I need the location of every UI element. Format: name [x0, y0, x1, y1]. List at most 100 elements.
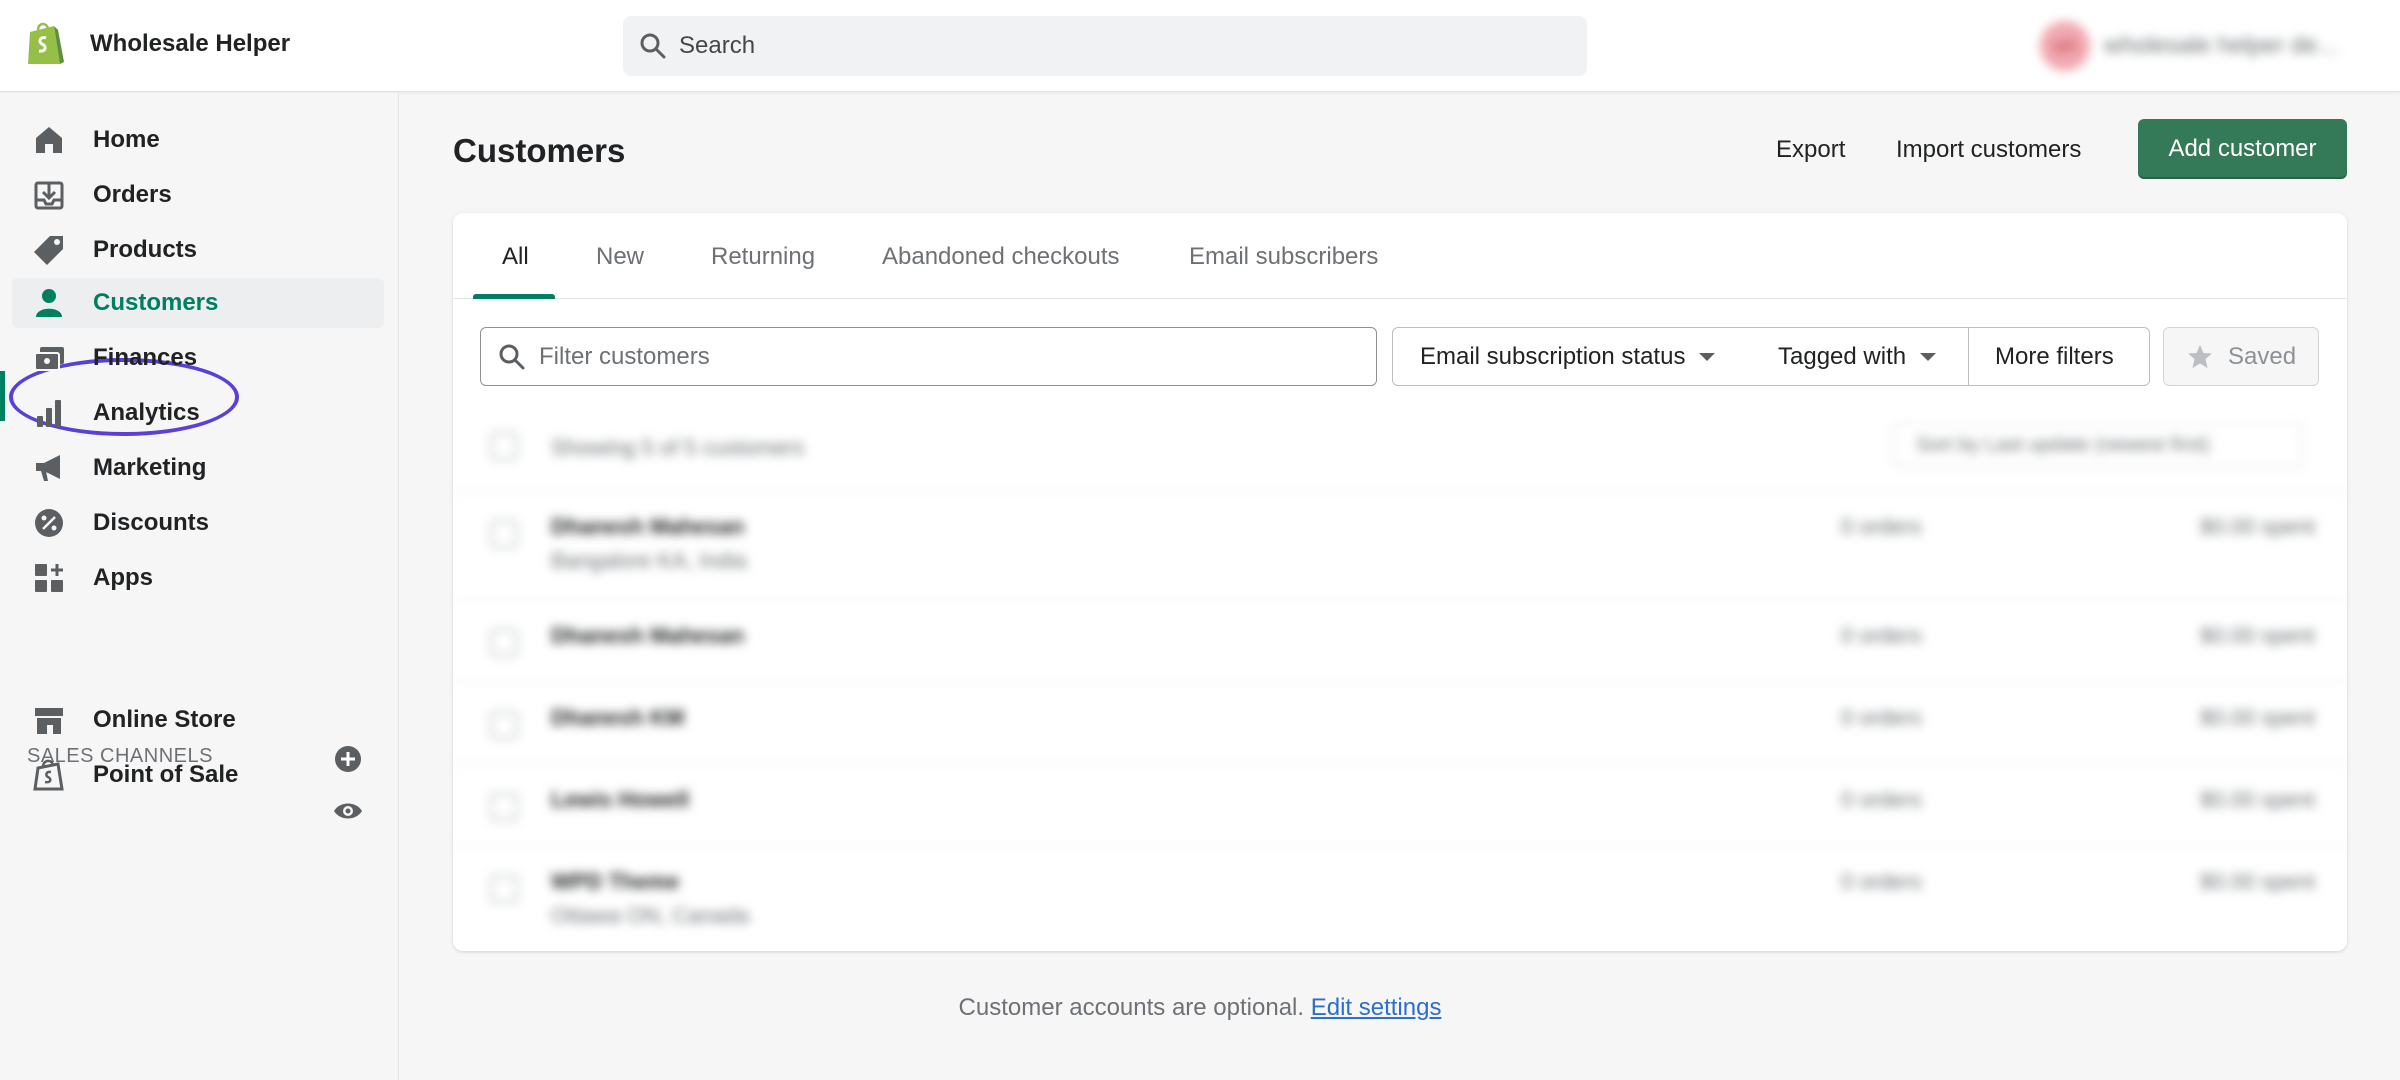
active-indicator	[0, 371, 5, 421]
sidebar-item-label: Online Store	[93, 706, 236, 733]
customer-name: WPD Theme	[551, 869, 680, 894]
bar-chart-icon	[37, 400, 61, 427]
sidebar-item-label: Finances	[93, 344, 198, 371]
divider	[453, 681, 2347, 682]
row-checkbox[interactable]	[490, 629, 518, 657]
top-bar: Wholesale Helper Search wh wholesale hel…	[0, 0, 2400, 92]
sidebar-item-label: Apps	[93, 564, 153, 591]
store-name[interactable]: Wholesale Helper	[90, 30, 290, 58]
email-subscription-status-filter[interactable]: Email subscription status	[1392, 327, 1752, 386]
discount-icon	[35, 509, 63, 537]
tab-returning[interactable]: Returning	[711, 243, 815, 271]
filter-label: More filters	[1995, 342, 2114, 370]
search-placeholder: Search	[679, 32, 756, 59]
sidebar-item-apps[interactable]: Apps	[12, 553, 384, 603]
sort-select[interactable]: Sort by Last update (newest first)	[1893, 423, 2303, 467]
sidebar-item-finances[interactable]: Finances	[12, 333, 384, 383]
tag-icon	[34, 236, 63, 265]
divider	[453, 491, 2347, 492]
person-icon	[36, 289, 62, 317]
search-icon	[499, 344, 525, 369]
page-title: Customers	[453, 132, 626, 169]
filter-customers-field[interactable]	[480, 327, 1377, 386]
order-count: 0 orders	[1841, 514, 1922, 539]
customer-name: Dhanesh Mahesan	[551, 514, 745, 539]
edit-settings-link[interactable]: Edit settings	[1311, 994, 1442, 1021]
chevron-down-icon	[1699, 352, 1716, 361]
saved-label: Saved	[2228, 342, 2297, 370]
customers-card: All New Returning Abandoned checkouts Em…	[453, 213, 2347, 951]
customer-name: Dhanesh KM	[551, 705, 685, 730]
tagged-with-filter[interactable]: Tagged with	[1751, 327, 1969, 386]
sidebar-item-online-store[interactable]: Online Store	[12, 695, 384, 745]
orders-icon	[34, 181, 64, 210]
sidebar-item-label: Discounts	[93, 509, 210, 536]
sidebar-item-products[interactable]: Products	[12, 225, 384, 275]
footer-text: Customer accounts are optional.	[958, 994, 1305, 1021]
export-button[interactable]: Export	[1776, 136, 1845, 164]
sidebar-item-home[interactable]: Home	[12, 115, 384, 165]
order-count: 0 orders	[1841, 705, 1922, 730]
home-icon	[36, 127, 62, 153]
chevron-down-icon	[1920, 352, 1937, 361]
order-count: 0 orders	[1841, 869, 1922, 894]
search-icon	[640, 33, 666, 59]
sidebar-item-label: Customers	[93, 289, 219, 316]
add-customer-button[interactable]: Add customer	[2138, 119, 2347, 179]
pos-bag-icon	[33, 759, 64, 791]
filter-customers-input[interactable]	[539, 342, 1339, 371]
customer-name: Lewis Howell	[551, 787, 690, 812]
global-search[interactable]: Search	[623, 16, 1587, 76]
apps-icon	[35, 564, 63, 592]
tab-all[interactable]: All	[502, 243, 529, 271]
store-icon	[35, 708, 63, 734]
amount-spent: $0.00 spent	[2200, 869, 2315, 894]
saved-button[interactable]: Saved	[2163, 327, 2319, 386]
sidebar-item-label: Home	[93, 126, 160, 153]
import-customers-button[interactable]: Import customers	[1896, 136, 2081, 164]
row-checkbox[interactable]	[490, 793, 518, 821]
avatar: wh	[2040, 21, 2090, 71]
amount-spent: $0.00 spent	[2200, 514, 2315, 539]
sidebar-item-label: Orders	[93, 181, 172, 208]
sidebar-item-orders[interactable]: Orders	[12, 170, 384, 220]
sidebar: Home Orders Products Customers Finances	[0, 93, 399, 1080]
sidebar-item-customers[interactable]: Customers	[12, 278, 384, 328]
active-tab-indicator	[473, 294, 555, 299]
sidebar-item-label: Point of Sale	[93, 761, 239, 788]
row-checkbox[interactable]	[490, 711, 518, 739]
row-checkbox[interactable]	[490, 875, 518, 903]
customer-location: Ottawa ON, Canada	[551, 903, 750, 928]
sort-label: Sort by Last update (newest first)	[1916, 433, 2210, 456]
shopify-logo-icon[interactable]	[24, 20, 66, 68]
customer-list: Showing 5 of 5 customers Sort by Last up…	[453, 403, 2347, 951]
tab-bar: All New Returning Abandoned checkouts Em…	[453, 213, 2347, 299]
showing-count: Showing 5 of 5 customers	[551, 435, 805, 460]
amount-spent: $0.00 spent	[2200, 705, 2315, 730]
order-count: 0 orders	[1841, 787, 1922, 812]
sidebar-item-label: Analytics	[93, 399, 200, 426]
sidebar-item-point-of-sale[interactable]: Point of Sale	[12, 750, 384, 800]
order-count: 0 orders	[1841, 623, 1922, 648]
divider	[453, 599, 2347, 600]
customer-name: Dhanesh Mahesan	[551, 623, 745, 648]
sidebar-item-label: Marketing	[93, 454, 207, 481]
tab-email-subscribers[interactable]: Email subscribers	[1189, 243, 1378, 271]
tab-new[interactable]: New	[596, 243, 644, 271]
sidebar-item-label: Products	[93, 236, 198, 263]
select-all-checkbox[interactable]	[490, 432, 518, 460]
filter-label: Tagged with	[1778, 342, 1907, 370]
tab-abandoned-checkouts[interactable]: Abandoned checkouts	[882, 243, 1120, 271]
amount-spent: $0.00 spent	[2200, 787, 2315, 812]
megaphone-icon	[36, 455, 60, 481]
row-checkbox[interactable]	[490, 520, 518, 548]
sidebar-item-discounts[interactable]: Discounts	[12, 498, 384, 548]
sidebar-item-marketing[interactable]: Marketing	[12, 443, 384, 493]
customer-location: Bangalore KA, India	[551, 548, 747, 573]
account-name: wholesale helper de...	[2104, 32, 2338, 59]
more-filters-button[interactable]: More filters	[1968, 327, 2150, 386]
sidebar-item-analytics[interactable]: Analytics	[12, 388, 384, 438]
account-menu[interactable]: wh wholesale helper de...	[2040, 21, 2338, 71]
star-icon	[2188, 344, 2212, 368]
finances-icon	[34, 347, 64, 371]
